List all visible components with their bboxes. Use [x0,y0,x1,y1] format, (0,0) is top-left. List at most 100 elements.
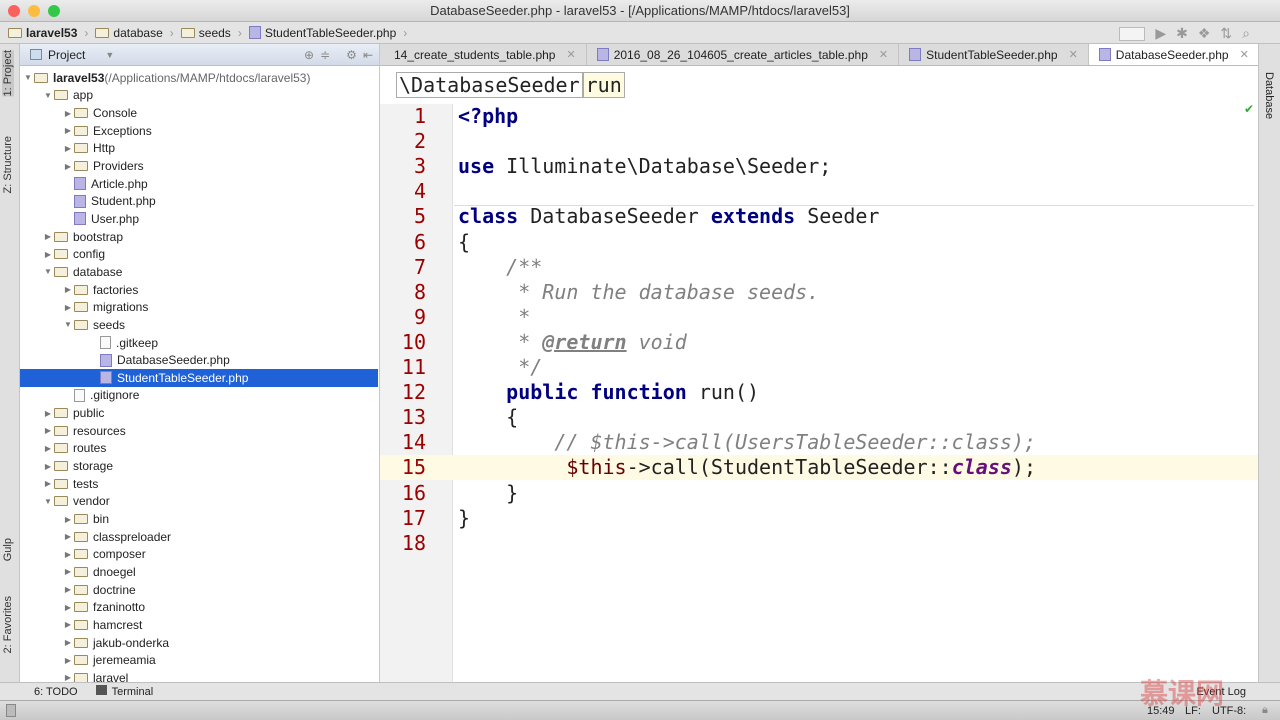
vcs-icon[interactable]: ⇅ [1220,25,1232,42]
collapsed-arrow-icon[interactable]: ▶ [62,620,74,629]
code-line[interactable]: 11 */ [380,355,1258,380]
editor-tab[interactable]: 14_create_students_table.php ✕ [380,44,587,65]
code-line[interactable]: 12 public function run() [380,380,1258,405]
tree-item[interactable]: ▶ Http [20,140,378,158]
expanded-arrow-icon[interactable]: ▼ [42,91,54,100]
minimize-window-button[interactable] [28,5,40,17]
tree-item[interactable]: ▼ seeds [20,316,378,334]
tree-item[interactable]: ▶ routes [20,440,378,458]
editor-tab[interactable]: StudentTableSeeder.php ✕ [899,44,1089,65]
collapse-all-icon[interactable]: ≑ [320,48,330,62]
tree-item[interactable]: ▶ Console [20,104,378,122]
tree-item[interactable]: .gitignore [20,387,378,405]
tree-item[interactable]: Article.php [20,175,378,193]
close-tab-icon[interactable]: ✕ [1240,48,1249,61]
tree-item[interactable]: ▶ dnoegel [20,563,378,581]
tree-item[interactable]: ▶ jakub-onderka [20,634,378,652]
code-line[interactable]: 4 [380,179,1258,204]
tool-windows-toggle-icon[interactable] [6,704,16,717]
nav-method[interactable]: run [582,72,625,98]
structure-tool-button[interactable]: Z: Structure [2,136,14,193]
collapsed-arrow-icon[interactable]: ▶ [62,515,74,524]
expanded-arrow-icon[interactable]: ▼ [62,320,74,329]
collapsed-arrow-icon[interactable]: ▶ [42,232,54,241]
editor-tab[interactable]: 2016_08_26_104605_create_articles_table.… [587,44,900,65]
tree-item[interactable]: ▶ public [20,404,378,422]
code-line[interactable]: 8 * Run the database seeds. [380,280,1258,305]
collapsed-arrow-icon[interactable]: ▶ [42,409,54,418]
tree-item[interactable]: ▶ bin [20,510,378,528]
tree-item[interactable]: ▼ laravel53 (/Applications/MAMP/htdocs/la… [20,69,378,87]
terminal-tool-button[interactable]: Terminal [95,685,153,698]
favorites-tool-button[interactable]: 2: Favorites [2,596,14,653]
gear-icon[interactable]: ⚙ [346,48,357,62]
expanded-arrow-icon[interactable]: ▼ [42,497,54,506]
code-line[interactable]: 1 <?php [380,104,1258,129]
code-line[interactable]: 5 class DatabaseSeeder extends Seeder [380,204,1258,229]
tree-item[interactable]: ▶ fzaninotto [20,599,378,617]
collapsed-arrow-icon[interactable]: ▶ [62,638,74,647]
collapsed-arrow-icon[interactable]: ▶ [42,462,54,471]
run-icon[interactable]: ▶ [1155,25,1166,42]
close-tab-icon[interactable]: ✕ [1069,48,1078,61]
tree-item[interactable]: ▶ composer [20,546,378,564]
debug-icon[interactable]: ✱ [1176,25,1188,42]
lock-icon[interactable]: 🔒︎ [1262,704,1268,717]
coverage-icon[interactable]: ❖ [1198,25,1211,42]
chevron-down-icon[interactable]: ▼ [105,50,114,60]
collapsed-arrow-icon[interactable]: ▶ [62,585,74,594]
collapsed-arrow-icon[interactable]: ▶ [62,603,74,612]
collapsed-arrow-icon[interactable]: ▶ [62,303,74,312]
database-tool-button[interactable]: Database [1263,72,1275,119]
collapsed-arrow-icon[interactable]: ▶ [62,656,74,665]
hide-panel-icon[interactable]: ⇤ [363,48,373,62]
scroll-from-source-icon[interactable]: ⊕ [304,48,314,62]
code-line[interactable]: 17} [380,506,1258,531]
search-everywhere-icon[interactable]: ⌕ [1242,25,1250,42]
code-line[interactable]: 15 $this->call(StudentTableSeeder::class… [380,455,1258,481]
close-tab-icon[interactable]: ✕ [566,48,575,61]
tree-item[interactable]: ▼ database [20,263,378,281]
collapsed-arrow-icon[interactable]: ▶ [62,162,74,171]
code-line[interactable]: 14 // $this->call(UsersTableSeeder::clas… [380,430,1258,455]
tree-item[interactable]: ▶ resources [20,422,378,440]
code-line[interactable]: 7 /** [380,255,1258,280]
code-line[interactable]: 9 * [380,305,1258,330]
code-line[interactable]: 10 * @return void [380,330,1258,355]
code-line[interactable]: 18 [380,531,1258,556]
tree-item[interactable]: StudentTableSeeder.php [20,369,378,387]
collapsed-arrow-icon[interactable]: ▶ [42,479,54,488]
tree-item[interactable]: Student.php [20,193,378,211]
tree-item[interactable]: ▶ Providers [20,157,378,175]
tree-item[interactable]: DatabaseSeeder.php [20,351,378,369]
collapsed-arrow-icon[interactable]: ▶ [62,550,74,559]
editor-tab[interactable]: DatabaseSeeder.php ✕ [1088,44,1258,65]
tree-item[interactable]: ▶ storage [20,457,378,475]
collapsed-arrow-icon[interactable]: ▶ [62,567,74,576]
tree-item[interactable]: User.php [20,210,378,228]
code-line[interactable]: 13 { [380,405,1258,430]
collapsed-arrow-icon[interactable]: ▶ [62,144,74,153]
collapsed-arrow-icon[interactable]: ▶ [42,250,54,259]
collapsed-arrow-icon[interactable]: ▶ [62,285,74,294]
code-line[interactable]: 3 use Illuminate\Database\Seeder; [380,154,1258,179]
tree-item[interactable]: ▶ migrations [20,298,378,316]
tree-item[interactable]: ▶ tests [20,475,378,493]
tree-item[interactable]: ▶ classpreloader [20,528,378,546]
tree-item[interactable]: ▶ factories [20,281,378,299]
tree-item[interactable]: ▶ jeremeamia [20,651,378,669]
breadcrumb-item[interactable]: laravel53 [8,26,77,40]
tree-item[interactable]: ▶ doctrine [20,581,378,599]
collapsed-arrow-icon[interactable]: ▶ [42,426,54,435]
tree-item[interactable]: ▼ app [20,87,378,105]
collapsed-arrow-icon[interactable]: ▶ [62,126,74,135]
project-view-selector[interactable]: Project [48,48,85,62]
collapsed-arrow-icon[interactable]: ▶ [62,109,74,118]
expanded-arrow-icon[interactable]: ▼ [42,267,54,276]
tree-item[interactable]: ▶ bootstrap [20,228,378,246]
code-line[interactable]: 2 [380,129,1258,154]
gulp-tool-button[interactable]: Gulp [2,538,14,561]
tree-item[interactable]: ▶ config [20,246,378,264]
code-line[interactable]: 16 } [380,481,1258,506]
tree-item[interactable]: ▶ hamcrest [20,616,378,634]
